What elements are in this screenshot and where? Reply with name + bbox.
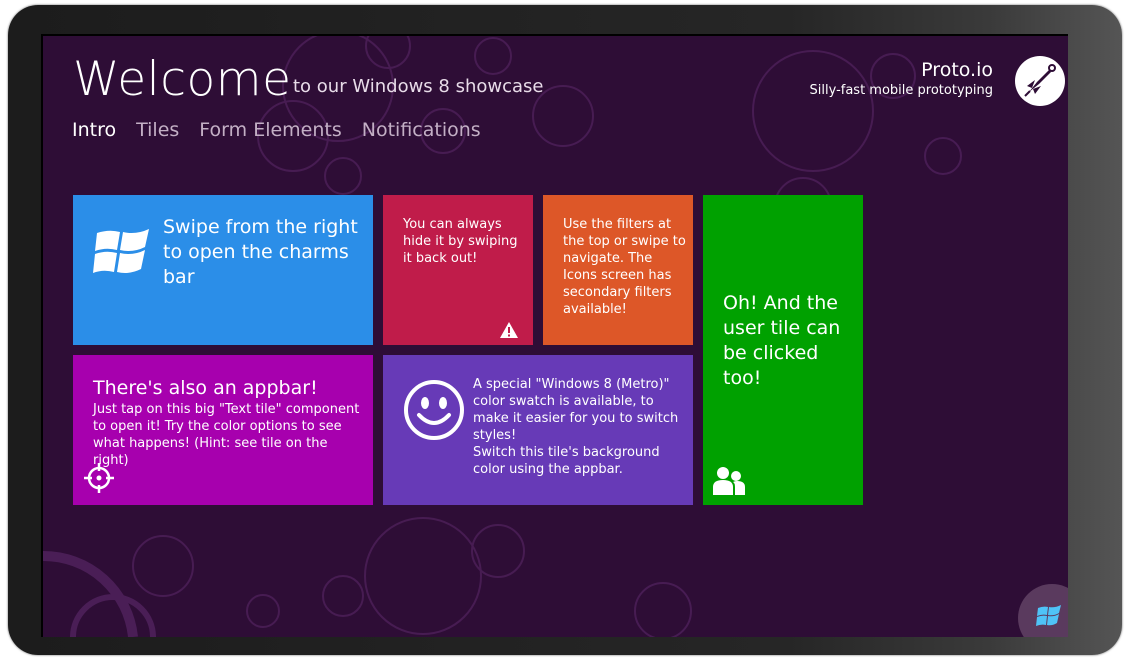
page-subtitle: to our Windows 8 showcase	[293, 76, 544, 97]
tile-appbar-heading: There's also an appbar!	[93, 377, 318, 399]
tablet-frame: Welcome to our Windows 8 showcase Intro …	[8, 5, 1122, 655]
nav-item-form-elements[interactable]: Form Elements	[199, 119, 341, 141]
tile-filters-text: Use the filters at the top or swipe to n…	[563, 217, 686, 317]
windows-start-icon	[1036, 605, 1061, 626]
screen: Welcome to our Windows 8 showcase Intro …	[41, 34, 1068, 637]
nav-item-notifications[interactable]: Notifications	[362, 119, 481, 141]
tile-appbar[interactable]: There's also an appbar! Just tap on this…	[73, 355, 373, 505]
tile-user[interactable]: Oh! And the user tile can be clicked too…	[703, 195, 863, 505]
warning-icon	[500, 322, 518, 338]
users-icon	[713, 467, 745, 495]
tile-filters[interactable]: Use the filters at the top or swipe to n…	[543, 195, 693, 345]
tile-appbar-text: Just tap on this big "Text tile" compone…	[93, 402, 360, 468]
top-nav: Intro Tiles Form Elements Notifications	[72, 119, 501, 141]
crosshair-icon	[84, 463, 114, 493]
windows-logo-icon	[93, 229, 149, 273]
tile-hide[interactable]: You can always hide it by swiping it bac…	[383, 195, 533, 345]
brand-tagline: Silly-fast mobile prototyping	[809, 83, 993, 98]
tile-swatch-line2: Switch this tile's background color usin…	[473, 445, 660, 477]
tile-user-text: Oh! And the user tile can be clicked too…	[723, 292, 841, 389]
tile-swatch-line1: A special "Windows 8 (Metro)" color swat…	[473, 377, 679, 443]
rocket-logo-icon	[1015, 56, 1065, 106]
page-title: Welcome	[73, 52, 292, 107]
tile-swatch-text: A special "Windows 8 (Metro)" color swat…	[473, 376, 683, 478]
nav-item-tiles[interactable]: Tiles	[136, 119, 179, 141]
nav-item-intro[interactable]: Intro	[72, 119, 116, 141]
tile-charms-text: Swipe from the right to open the charms …	[163, 216, 358, 288]
tile-swatch[interactable]: A special "Windows 8 (Metro)" color swat…	[383, 355, 693, 505]
smiley-icon	[404, 380, 464, 440]
brand-name: Proto.io	[921, 59, 993, 81]
tile-hide-text: You can always hide it by swiping it bac…	[403, 217, 518, 266]
tile-charms[interactable]: Swipe from the right to open the charms …	[73, 195, 373, 345]
